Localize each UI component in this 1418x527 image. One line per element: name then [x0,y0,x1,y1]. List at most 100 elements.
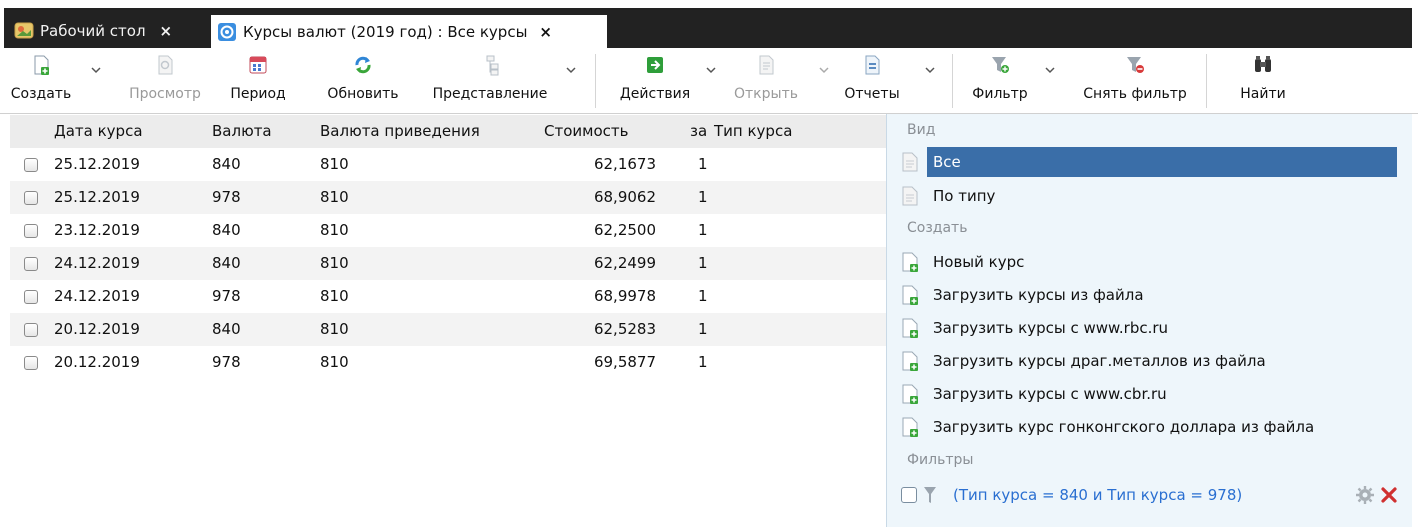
clear-filter-button[interactable]: Снять фильтр [1072,52,1198,110]
table-row[interactable]: 20.12.2019 978 810 69,5877 1 [10,346,886,379]
cell-base-currency: 810 [320,353,349,371]
gear-icon[interactable] [1355,485,1375,505]
filter-button[interactable]: Фильтр [964,52,1036,110]
tab-desktop[interactable]: Рабочий стол × [8,14,208,48]
create-button[interactable]: Создать [4,52,78,110]
open-dropdown-chevron-down-icon[interactable] [818,64,830,76]
create-item[interactable]: Загрузить курсы драг.металлов из файла [901,345,1403,377]
create-item[interactable]: Загрузить курсы из файла [901,279,1403,311]
filter-button-label: Фильтр [972,86,1028,102]
filter-icon [992,57,1009,73]
table-row[interactable]: 24.12.2019 840 810 62,2499 1 [10,247,886,280]
tab-desktop-label: Рабочий стол [40,22,146,40]
create-item-label: Загрузить курсы с www.cbr.ru [933,385,1167,403]
cell-per: 1 [698,320,708,338]
clear-filter-button-label: Снять фильтр [1083,86,1187,102]
column-header-currency[interactable]: Валюта [212,115,272,148]
representation-button-label: Представление [432,86,548,102]
cell-currency: 978 [212,353,241,371]
new-document-icon [34,55,49,75]
table-row[interactable]: 24.12.2019 978 810 68,9978 1 [10,280,886,313]
cell-per: 1 [698,155,708,173]
cell-price: 68,9978 [593,287,656,305]
find-button[interactable]: Найти [1228,52,1298,110]
view-button[interactable]: Просмотр [120,52,210,110]
cell-currency: 840 [212,155,241,173]
table-header: Дата курса Валюта Валюта приведения Стои… [10,115,886,148]
side-panel: Вид Все По типу Создать Новый курс Загруз… [886,114,1412,527]
cell-base-currency: 810 [320,155,349,173]
column-header-per[interactable]: за [690,115,707,148]
tab-desktop-close-icon[interactable]: × [160,22,173,40]
currency-app-icon [218,22,236,41]
view-item-all-label: Все [927,147,1397,177]
column-header-price[interactable]: Стоимость [544,115,628,148]
cell-per: 1 [698,188,708,206]
desktop-icon [14,22,34,39]
cell-per: 1 [698,287,708,305]
create-section-title: Создать [907,220,968,236]
create-item[interactable]: Загрузить курсы с www.cbr.ru [901,378,1403,410]
row-checkbox[interactable] [24,257,38,271]
table-row[interactable]: 25.12.2019 978 810 68,9062 1 [10,181,886,214]
table-row[interactable]: 23.12.2019 840 810 62,2500 1 [10,214,886,247]
clear-filter-icon [1127,57,1144,73]
create-item-label: Загрузить курсы с www.rbc.ru [933,319,1169,337]
cell-price: 69,5877 [593,353,656,371]
filter-condition-link[interactable]: (Тип курса = 840 и Тип курса = 978) [953,486,1242,504]
row-checkbox[interactable] [24,290,38,304]
cell-base-currency: 810 [320,221,349,239]
reports-icon [865,55,880,75]
open-button[interactable]: Открыть [728,52,804,110]
cell-per: 1 [698,353,708,371]
create-item[interactable]: Загрузить курс гонконгского доллара из ф… [901,411,1403,443]
column-header-date[interactable]: Дата курса [54,115,143,148]
toolbar-separator [1206,54,1207,108]
close-icon[interactable] [1379,485,1399,505]
refresh-button[interactable]: Обновить [318,52,408,110]
new-document-icon [902,252,918,272]
column-header-rate-type[interactable]: Тип курса [714,115,792,148]
create-item[interactable]: Новый курс [901,246,1403,278]
cell-price: 62,5283 [593,320,656,338]
cell-currency: 978 [212,287,241,305]
actions-button[interactable]: Действия [610,52,700,110]
view-item-by-type[interactable]: По типу [901,180,1403,212]
cell-base-currency: 810 [320,320,349,338]
new-document-icon [902,384,918,404]
cell-date: 24.12.2019 [54,287,140,305]
calendar-icon [249,56,267,74]
create-dropdown-chevron-down-icon[interactable] [90,64,102,76]
create-item-label: Загрузить курсы драг.металлов из файла [933,352,1266,370]
reports-dropdown-chevron-down-icon[interactable] [924,64,936,76]
table-row[interactable]: 25.12.2019 840 810 62,1673 1 [10,148,886,181]
filter-dropdown-chevron-down-icon[interactable] [1044,64,1056,76]
row-checkbox[interactable] [24,323,38,337]
representation-dropdown-chevron-down-icon[interactable] [565,64,577,76]
row-checkbox[interactable] [24,158,38,172]
create-item-label: Загрузить курс гонконгского доллара из ф… [933,418,1315,436]
representation-button[interactable]: Представление [420,52,560,110]
row-checkbox[interactable] [24,224,38,238]
table-row[interactable]: 20.12.2019 840 810 62,5283 1 [10,313,886,346]
row-checkbox[interactable] [24,356,38,370]
new-document-icon [902,351,918,371]
cell-base-currency: 810 [320,287,349,305]
cell-price: 68,9062 [593,188,656,206]
reports-button[interactable]: Отчеты [842,52,902,110]
filter-checkbox[interactable] [901,487,917,503]
cell-price: 62,1673 [593,155,656,173]
tab-currency-rates-close-icon[interactable]: × [539,23,552,41]
actions-dropdown-chevron-down-icon[interactable] [705,64,717,76]
create-item[interactable]: Загрузить курсы с www.rbc.ru [901,312,1403,344]
cell-date: 24.12.2019 [54,254,140,272]
binoculars-icon [1255,56,1271,72]
toolbar-separator [595,54,596,108]
period-button[interactable]: Период [228,52,288,110]
row-checkbox[interactable] [24,191,38,205]
view-item-all[interactable]: Все [901,146,1403,178]
window-edge [1412,114,1418,527]
refresh-button-label: Обновить [327,86,399,102]
column-header-base-currency[interactable]: Валюта приведения [320,115,480,148]
tab-currency-rates[interactable]: Курсы валют (2019 год) : Все курсы × [211,15,607,48]
